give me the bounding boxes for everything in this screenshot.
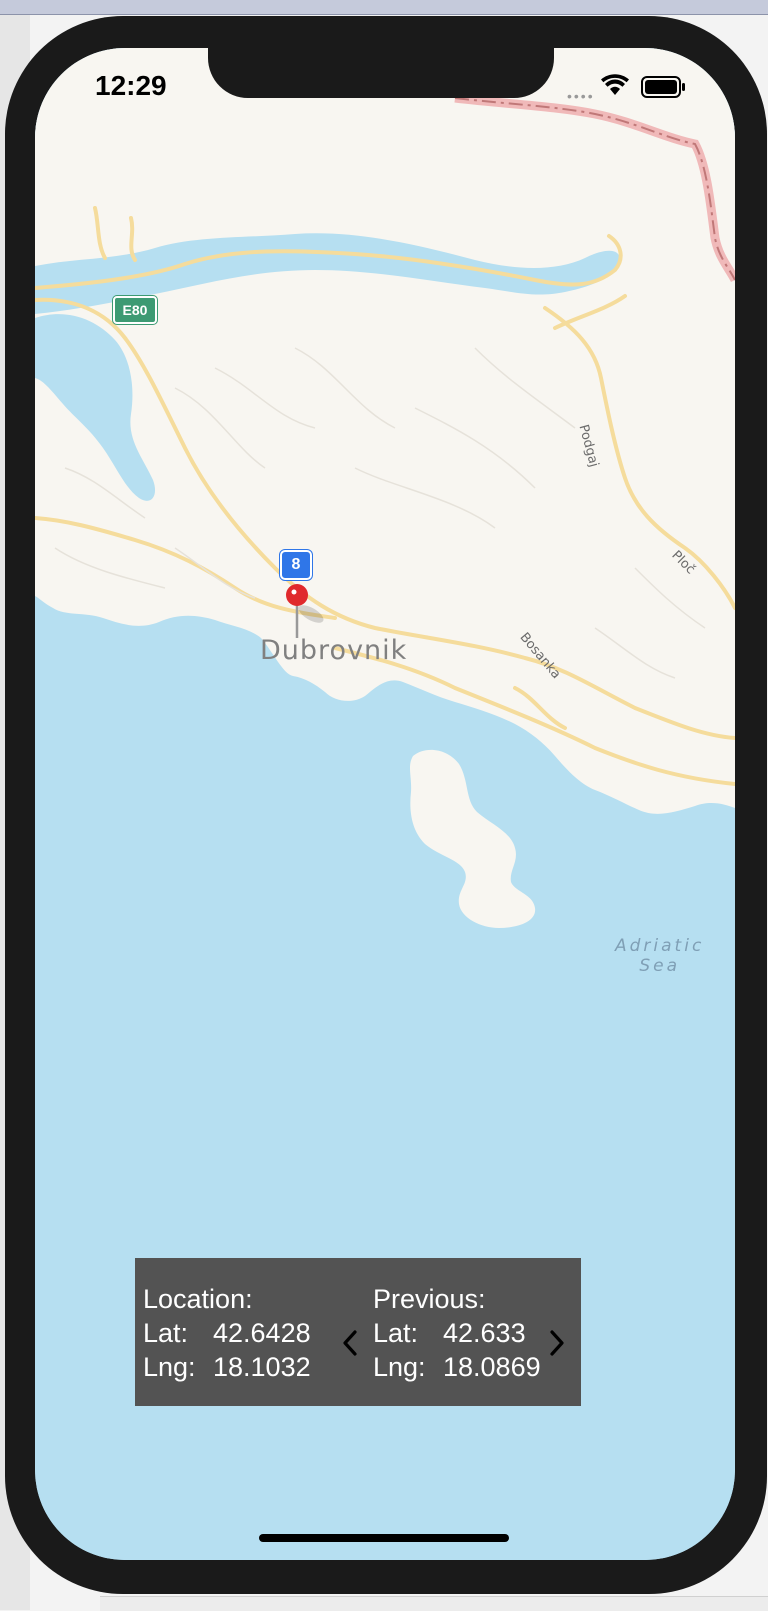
previous-lng-row: Lng: 18.0869 (373, 1350, 541, 1384)
previous-location: Previous: Lat: 42.633 Lng: 18.0869 (373, 1282, 541, 1384)
status-time: 12:29 (95, 70, 167, 101)
current-heading: Location: (143, 1284, 253, 1314)
chevron-left-icon[interactable] (340, 1328, 360, 1358)
route-shield-8: 8 (280, 550, 312, 580)
iphone-frame: E80 8 Podgaj Ploč Bosanka Dubrovnik Adri… (5, 16, 767, 1594)
home-indicator[interactable] (259, 1534, 509, 1542)
sea-label-line2: Sea (639, 956, 680, 976)
current-lng-label: Lng: (143, 1352, 196, 1382)
sea-label-line1: Adriatic (615, 936, 705, 956)
previous-lng-value: 18.0869 (443, 1352, 541, 1382)
background-footer (100, 1596, 768, 1611)
phone-screen: E80 8 Podgaj Ploč Bosanka Dubrovnik Adri… (35, 48, 735, 1560)
chevron-right-icon[interactable] (547, 1328, 567, 1358)
current-location: Location: Lat: 42.6428 Lng: 18.1032 (143, 1282, 311, 1384)
previous-heading: Previous: (373, 1284, 486, 1314)
battery-icon (641, 76, 685, 98)
wifi-icon (601, 74, 629, 95)
current-lat-value: 42.6428 (213, 1318, 311, 1348)
route-shield-e80: E80 (113, 296, 157, 324)
current-lng-row: Lng: 18.1032 (143, 1350, 311, 1384)
notch (208, 48, 554, 98)
map-pin-icon[interactable] (285, 584, 325, 640)
current-lat-row: Lat: 42.6428 (143, 1316, 311, 1350)
previous-lat-row: Lat: 42.633 (373, 1316, 541, 1350)
sea-label: Adriatic Sea (615, 936, 704, 976)
signal-dots-icon: •••• (567, 88, 595, 104)
location-info-panel: Location: Lat: 42.6428 Lng: 18.1032 Previo… (135, 1258, 581, 1406)
window-titlebar (0, 0, 768, 15)
previous-lat-label: Lat: (373, 1318, 419, 1348)
current-lng-value: 18.1032 (213, 1352, 311, 1382)
previous-lng-label: Lng: (373, 1352, 426, 1382)
current-lat-label: Lat: (143, 1318, 189, 1348)
city-label: Dubrovnik (260, 635, 408, 666)
previous-lat-value: 42.633 (443, 1318, 526, 1348)
